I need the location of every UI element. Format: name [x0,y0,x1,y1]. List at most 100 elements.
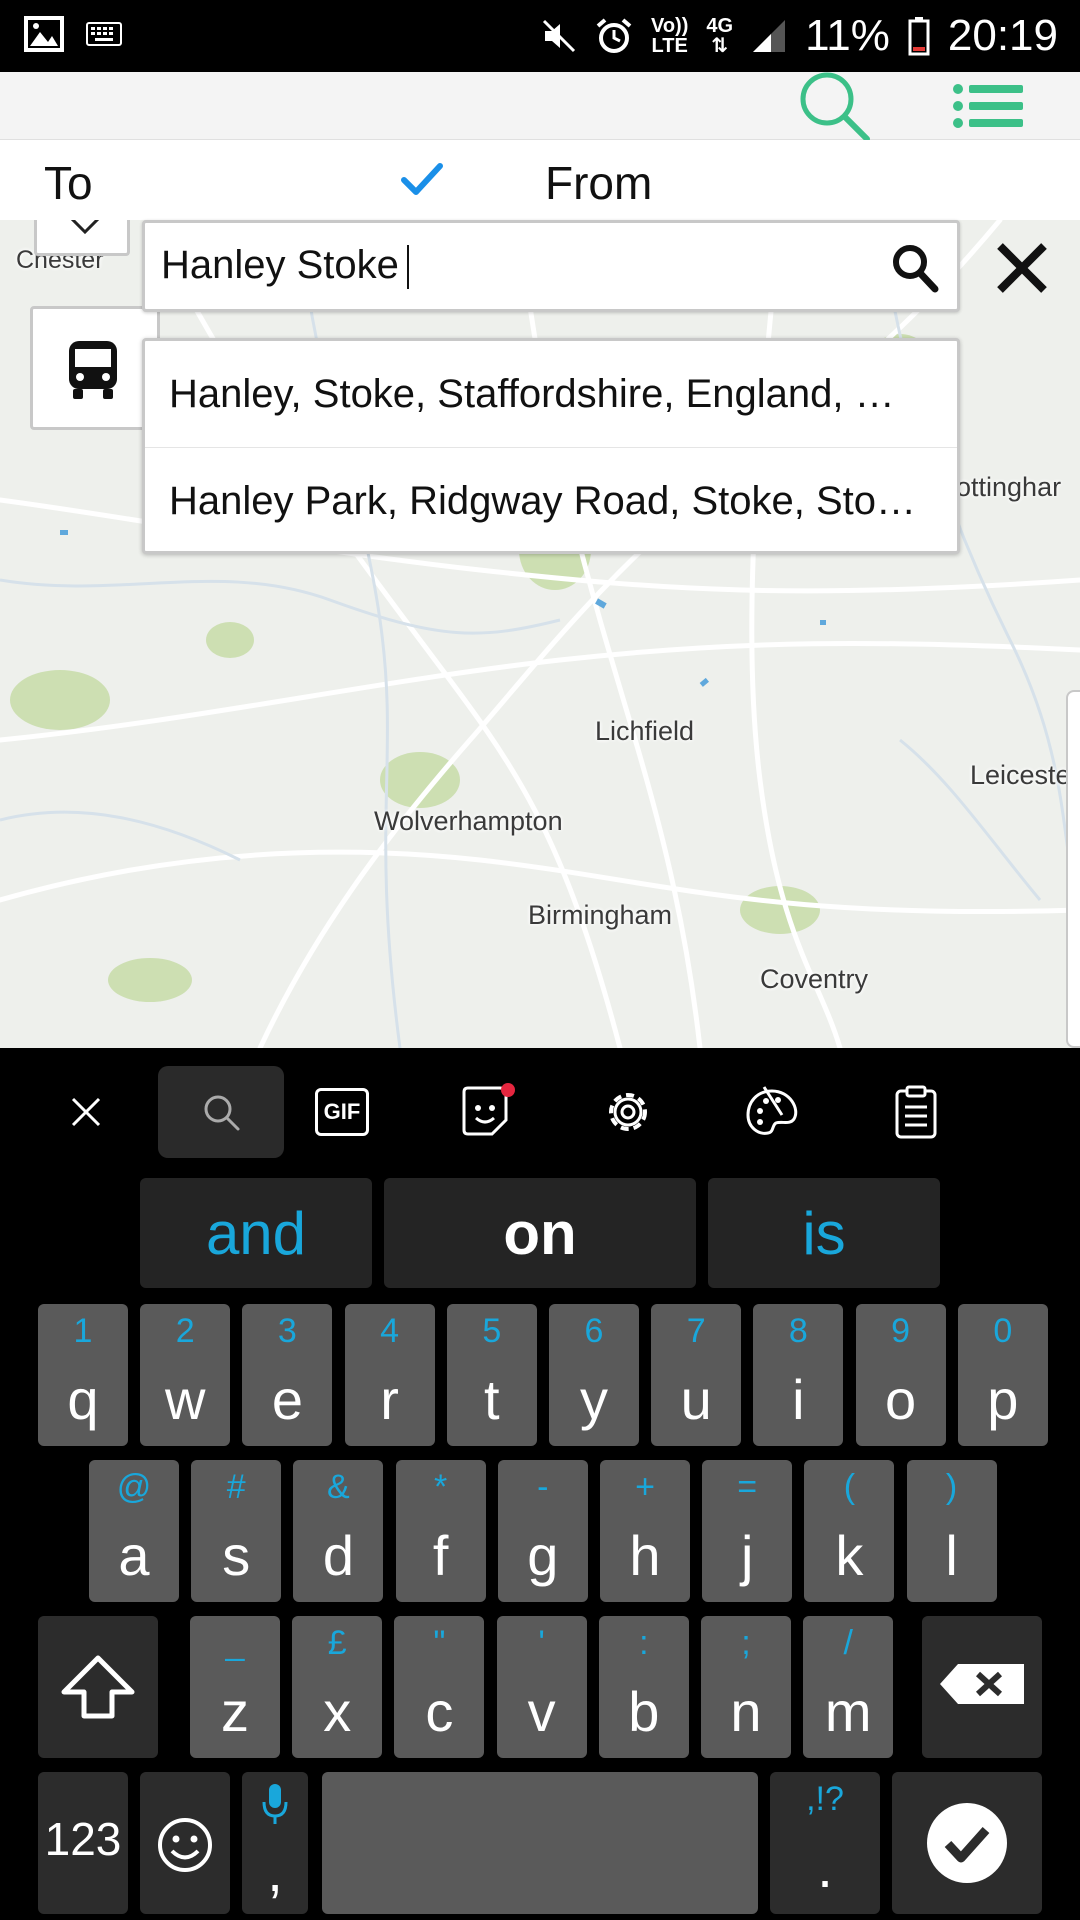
key-y[interactable]: 6y [549,1304,639,1446]
key-o[interactable]: 9o [855,1304,946,1446]
settings-icon [609,1093,647,1131]
key-letter: y [580,1368,608,1431]
map-label-leicester: Leiceste [970,760,1071,790]
backspace-icon [940,1664,1024,1704]
key-letter: v [527,1680,556,1743]
status-bar: Vo)) LTE 4G ⇅ 11% 20:19 [0,0,1080,72]
key-q[interactable]: 1q [38,1304,128,1446]
key-hint: ' [538,1624,545,1662]
sticker-button[interactable] [440,1066,532,1158]
key-letter: s [222,1524,251,1587]
key-hint: * [433,1468,448,1506]
key-k[interactable]: (k [804,1460,895,1602]
key-hint: + [635,1468,655,1506]
key-b[interactable]: :b [598,1616,689,1758]
search-input[interactable]: Hanley Stoke [161,243,409,290]
key-r[interactable]: 4r [344,1304,435,1446]
word-suggestion[interactable]: on [384,1178,696,1288]
key-g[interactable]: -g [497,1460,588,1602]
checkmark-icon [401,163,443,195]
key-hint: 5 [482,1312,502,1350]
key-hint: - [537,1468,549,1506]
key-u[interactable]: 7u [651,1304,742,1446]
search-icon [800,72,870,141]
key-t[interactable]: 5t [446,1304,537,1446]
keyboard-close-button[interactable] [40,1066,132,1158]
key-m[interactable]: / m [803,1616,894,1758]
keyboard: GIF and on is 1 q 2 w 3 e 4 r 5 t 6 y 7 … [0,1048,1080,1920]
key-c[interactable]: " c [394,1616,485,1758]
key-letter: k [835,1524,864,1587]
clock: 20:19 [947,11,1058,60]
app-bar [0,72,1080,141]
key-h[interactable]: + h [600,1460,690,1602]
settings-button[interactable] [582,1066,674,1158]
backspace-key[interactable] [922,1616,1042,1758]
space-key[interactable] [322,1772,758,1914]
key-letter: d [322,1524,354,1587]
suggestion-item[interactable]: Hanley, Stoke, Staffordshire, England, … [145,341,957,447]
map-label-wolverhampton: Wolverhampton [374,806,563,836]
emoji-key[interactable] [140,1772,230,1914]
search-button[interactable] [790,72,880,141]
key-l[interactable]: ) l [906,1460,997,1602]
word-suggestion[interactable]: is [708,1178,940,1288]
theme-button[interactable] [726,1066,818,1158]
key-d[interactable]: & d [293,1460,384,1602]
transport-mode-button[interactable] [30,306,160,430]
search-field[interactable]: Hanley Stoke [142,220,960,312]
to-tab[interactable]: To [44,156,93,210]
enter-key[interactable] [892,1772,1042,1914]
key-letter: q [67,1368,99,1431]
key-w[interactable]: 2w [140,1304,231,1446]
keyboard-search-button[interactable] [158,1066,284,1158]
close-icon[interactable] [996,242,1048,294]
clipboard-icon [895,1085,937,1139]
shift-key[interactable] [38,1616,158,1758]
key-letter: i [792,1368,805,1431]
key-hint: 7 [686,1312,706,1350]
palette-icon [746,1086,798,1135]
key-i[interactable]: 8i [753,1304,844,1446]
key-a[interactable]: @ a [89,1460,179,1602]
key-z[interactable]: _ z [190,1616,280,1758]
word-suggestion[interactable]: and [140,1178,372,1288]
location-pin-icon [70,220,100,235]
gif-button[interactable]: GIF [296,1066,388,1158]
search-icon[interactable] [891,243,939,293]
map-label-coventry: Coventry [760,964,869,994]
key-letter: j [740,1524,754,1587]
map-label-nottingham: lottinghar [950,472,1062,502]
key-v[interactable]: ' v [496,1616,587,1758]
clipboard-button[interactable] [870,1066,962,1158]
shift-icon [61,1655,135,1719]
suggestion-item[interactable]: Hanley Park, Ridgway Road, Stoke, Sto… [145,447,957,553]
key-s[interactable]: # s [191,1460,282,1602]
key-letter: f [432,1524,449,1587]
location-button[interactable] [34,220,130,256]
menu-button[interactable] [944,72,1034,140]
mute-icon [542,19,576,53]
side-panel-handle[interactable] [1066,690,1080,1048]
numbers-key[interactable]: 123 [38,1772,128,1914]
key-letter: h [629,1524,661,1587]
key-p[interactable]: 0p [957,1304,1048,1446]
key-f[interactable]: * f [395,1460,486,1602]
key-j[interactable]: = j [702,1460,793,1602]
key-hint: " [433,1624,446,1662]
from-tab[interactable]: From [545,156,652,210]
gif-icon: GIF [315,1088,369,1136]
key-hint: 2 [175,1312,195,1350]
key-e[interactable]: 3e [242,1304,333,1446]
key-letter: p [987,1368,1019,1431]
key-letter: m [824,1680,872,1743]
suggestion-list: Hanley, Stoke, Staffordshire, England, …… [142,338,960,554]
key-x[interactable]: £ x [292,1616,383,1758]
battery-icon [908,17,930,56]
key-n[interactable]: ; n [701,1616,791,1758]
key-letter: g [527,1524,559,1587]
period-key[interactable]: ,!? . [770,1772,880,1914]
key-letter: o [885,1368,917,1431]
comma-key[interactable]: , [242,1772,308,1914]
key-hint: # [226,1468,246,1506]
